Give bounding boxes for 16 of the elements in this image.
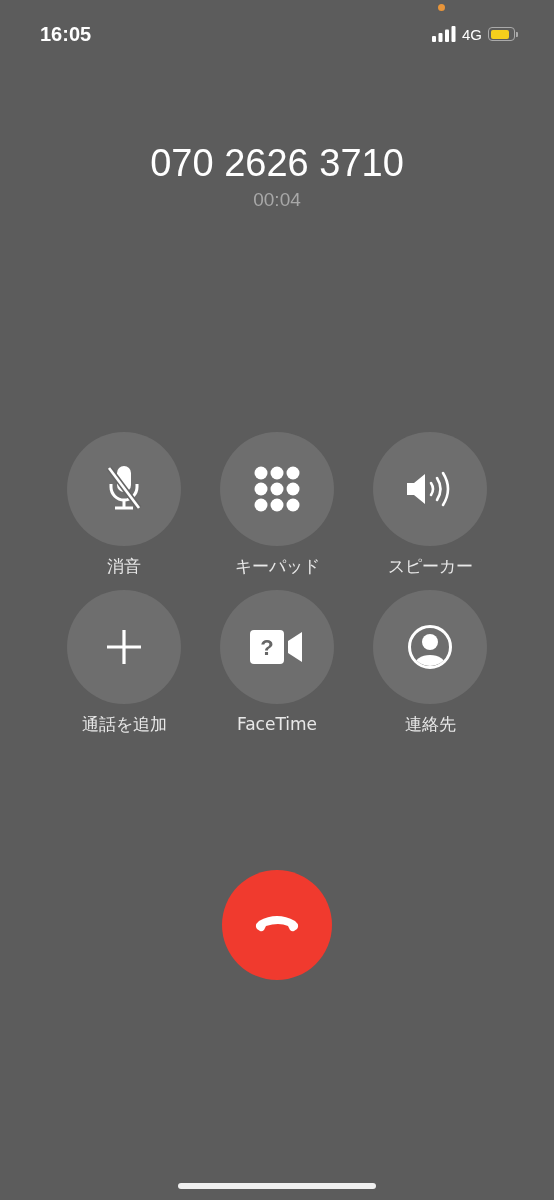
call-duration: 00:04 <box>253 188 301 212</box>
control-label: 通話を追加 <box>81 713 167 735</box>
control-label: キーパッド <box>234 555 320 577</box>
phone-number: 070 2626 3710 <box>150 141 404 186</box>
keypad-icon <box>254 466 300 512</box>
status-time: 16:05 <box>40 22 92 46</box>
signal-icon <box>432 26 456 42</box>
control-label: スピーカー <box>387 555 473 577</box>
plus-icon <box>106 629 142 665</box>
network-type: 4G <box>462 25 482 43</box>
control-label: 連絡先 <box>404 713 456 735</box>
battery-icon <box>488 27 518 41</box>
person-circle-icon <box>407 624 453 670</box>
control-label: FaceTime <box>236 713 317 735</box>
facetime-button[interactable]: ? <box>220 590 334 704</box>
control-label: 消音 <box>107 555 141 577</box>
